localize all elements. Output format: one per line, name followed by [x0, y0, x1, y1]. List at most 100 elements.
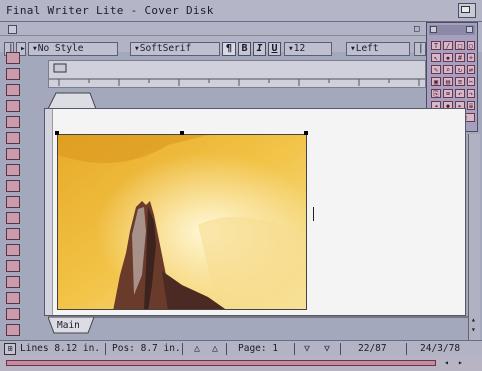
palette-chart-icon[interactable]: ▤ [443, 77, 453, 86]
depth-icon [461, 6, 470, 13]
horizontal-scrollbar[interactable]: ◂ ▸ [0, 356, 482, 371]
toolbar-more[interactable]: | [414, 42, 426, 56]
tool-line-icon[interactable] [6, 100, 20, 112]
palette-style-icon[interactable]: ≡ [455, 77, 465, 86]
paragraph-button[interactable]: ¶ [222, 42, 236, 56]
tool-oval-icon[interactable] [6, 132, 20, 144]
size-value: 12 [293, 43, 306, 54]
tool-spell-icon[interactable] [6, 260, 20, 272]
palette-undo-icon[interactable]: ↶ [455, 89, 465, 98]
tool-box-icon[interactable] [6, 116, 20, 128]
palette-line-icon[interactable]: / [443, 41, 453, 50]
picture-frame[interactable] [57, 134, 307, 310]
tool-select-icon[interactable] [6, 52, 20, 64]
palette-magnify-icon[interactable]: ⌕ [443, 65, 453, 74]
status-pos: Pos: 8.7 in. [112, 343, 181, 354]
tool-picture-icon[interactable] [6, 148, 20, 160]
palette-pencil-icon[interactable]: ✎ [431, 65, 441, 74]
status-page: Page: 1 [238, 343, 279, 354]
title-bar[interactable]: Final Writer Lite - Cover Disk [0, 0, 482, 22]
style-selector[interactable]: ▾No Style [28, 42, 118, 56]
rock-picture [58, 135, 306, 309]
align-selector[interactable]: ▾Left [346, 42, 410, 56]
palette-box-icon[interactable]: □ [455, 41, 465, 50]
palette-text-icon[interactable]: T [431, 41, 441, 50]
depth-gadget[interactable] [458, 3, 476, 18]
tool-save-icon[interactable] [6, 308, 20, 320]
status-lines: Lines 8.12 in. [20, 343, 101, 354]
palette-grid-icon[interactable]: # [455, 53, 465, 62]
palette-close-gadget[interactable] [430, 26, 437, 33]
toolbar-top-strip [0, 22, 426, 36]
status-counter: 22/87 [358, 343, 387, 354]
palette-paste-icon[interactable]: ⌧ [443, 89, 453, 98]
paragraph-icon: ¶ [225, 43, 233, 54]
tool-rotate-icon[interactable] [6, 196, 20, 208]
tool-table-icon[interactable] [6, 228, 20, 240]
palette-circle-icon[interactable]: ○ [467, 41, 475, 50]
vertical-scrollbar[interactable]: ▴ ▾ [468, 134, 480, 340]
ruler-ticks [49, 63, 425, 86]
zoom-icon[interactable]: □ [414, 24, 424, 34]
page-up-button-icon[interactable]: △ [208, 343, 222, 355]
tool-help-icon[interactable] [6, 324, 20, 336]
page-tab-row: Main [48, 316, 468, 336]
status-bar: ⊞ Lines 8.12 in. Pos: 8.7 in. △ △ Page: … [0, 340, 482, 356]
palette-fill-icon[interactable]: ▪ [443, 53, 453, 62]
window-title: Final Writer Lite - Cover Disk [6, 4, 214, 17]
italic-button[interactable]: I [253, 42, 266, 56]
palette-titlebar[interactable] [429, 25, 475, 35]
align-value: Left [355, 43, 379, 54]
palette-justify-icon[interactable]: ≣ [467, 101, 475, 110]
tool-zoom-icon[interactable] [6, 84, 20, 96]
status-menu-icon[interactable]: ⊞ [4, 343, 16, 355]
palette-copy-icon[interactable]: ⎘ [431, 89, 441, 98]
scroll-right-icon[interactable]: ▸ [458, 358, 468, 368]
tool-pen-icon[interactable] [6, 180, 20, 192]
palette-picture-icon[interactable]: ▣ [431, 77, 441, 86]
palette-cut-icon[interactable]: ✂ [467, 77, 475, 86]
font-selector[interactable]: ▾SoftSerif [130, 42, 220, 56]
bold-button[interactable]: B [238, 42, 251, 56]
frame-handle-top-center[interactable] [180, 131, 184, 135]
page-down-button-icon[interactable]: ▽ [320, 343, 334, 355]
tool-thesaurus-icon[interactable] [6, 276, 20, 288]
status-divider [226, 343, 227, 355]
status-divider [406, 343, 407, 355]
status-divider [340, 343, 341, 355]
main-tab-shape [48, 316, 468, 334]
frame-handle-top-right[interactable] [304, 131, 308, 135]
size-selector[interactable]: ▾12 [284, 42, 332, 56]
close-gadget[interactable] [8, 25, 17, 34]
text-cursor [313, 207, 314, 221]
palette-rotate-icon[interactable]: ↻ [455, 65, 465, 74]
scroll-left-icon[interactable]: ◂ [444, 358, 454, 368]
tool-fill-icon[interactable] [6, 164, 20, 176]
tool-flip-icon[interactable] [6, 212, 20, 224]
page-margin [45, 109, 53, 315]
palette-plus-icon[interactable]: + [467, 53, 475, 62]
palette-depth-gadget[interactable] [466, 26, 473, 33]
status-date: 24/3/78 [420, 343, 461, 354]
frame-handle-top-left[interactable] [55, 131, 59, 135]
ruler[interactable] [48, 60, 426, 88]
tool-index-icon[interactable] [6, 244, 20, 256]
scroll-track[interactable] [6, 360, 436, 366]
scroll-down-icon[interactable]: ▾ [471, 326, 479, 334]
font-value: SoftSerif [139, 43, 192, 54]
palette-redo-icon[interactable]: ↷ [467, 89, 475, 98]
status-divider [105, 343, 106, 355]
style-value: No Style [37, 43, 84, 54]
page-down-icon[interactable]: ▽ [300, 343, 314, 355]
page-up-icon[interactable]: △ [190, 343, 204, 355]
underline-button[interactable]: U [268, 42, 281, 56]
scroll-up-icon[interactable]: ▴ [471, 316, 479, 324]
palette-arrow-icon[interactable]: ↖ [431, 53, 441, 62]
tab-main[interactable]: Main [57, 320, 80, 331]
status-divider [182, 343, 183, 355]
status-divider [294, 343, 295, 355]
toolbar: □ | ▸ ▾No Style ▾SoftSerif ¶ B I U ▾12 ▾… [0, 22, 482, 56]
tool-text-icon[interactable] [6, 68, 20, 80]
palette-flip-icon[interactable]: ⇄ [467, 65, 475, 74]
tool-print-icon[interactable] [6, 292, 20, 304]
